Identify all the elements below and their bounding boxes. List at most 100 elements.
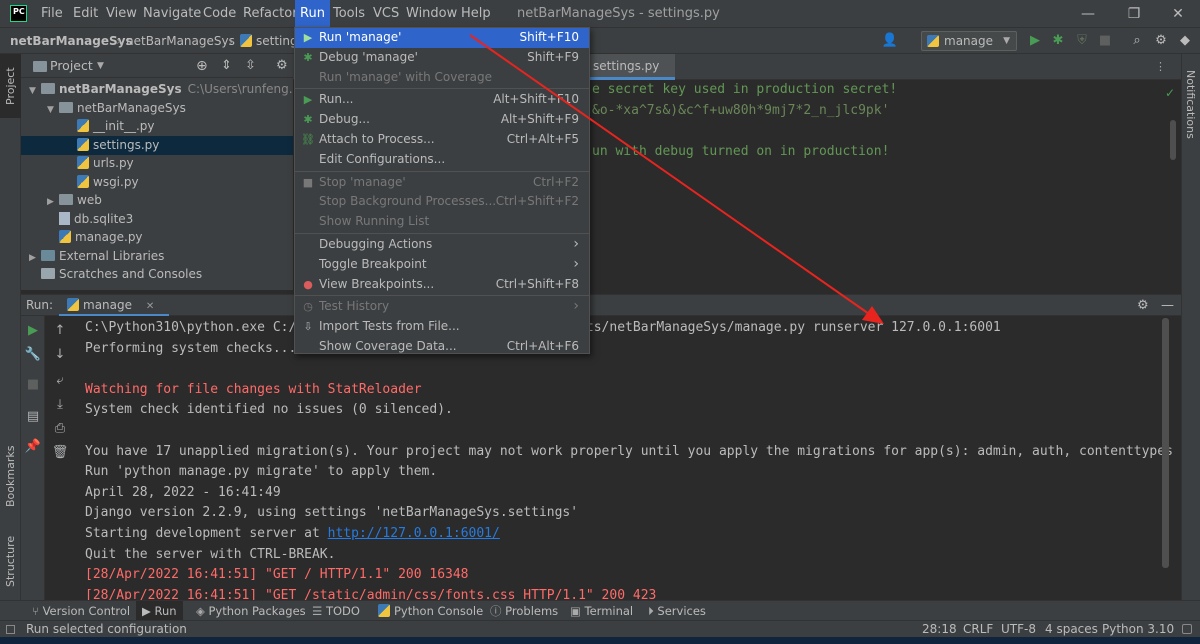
locate-icon[interactable]: ⊕ [196, 54, 208, 78]
project-panel-title[interactable]: Project [50, 54, 93, 78]
menu-item-debug[interactable]: ✱ Debug... Alt+Shift+F9 [295, 110, 589, 130]
tool-tab-todo[interactable]: ☰ TODO [312, 601, 360, 621]
menu-item-test-history[interactable]: ◷ Test History › [295, 297, 589, 317]
tree-item-external-libraries[interactable]: ▶ External Libraries [21, 247, 293, 266]
jetbrains-logo-icon[interactable]: ◆ [1175, 31, 1195, 51]
menu-item-debugging-actions[interactable]: Debugging Actions › [295, 235, 589, 255]
editor-scrollbar[interactable] [1170, 120, 1176, 160]
tool-tab-run[interactable]: ▶ Run [136, 601, 183, 621]
tool-tab-problems[interactable]: ⓘ Problems [490, 601, 558, 621]
menu-refactor[interactable]: Refactor [238, 0, 303, 28]
menu-item-debug-manage[interactable]: ✱ Debug 'manage' Shift+F9 [295, 48, 589, 68]
tool-tab-version-control[interactable]: ⑂ Version Control [32, 601, 130, 621]
code-line[interactable]: e secret key used in production secret! [592, 80, 897, 100]
menu-item-stop-background-processes[interactable]: Stop Background Processes... Ctrl+Shift+F… [295, 192, 589, 212]
run-tab-manage[interactable]: manage ✕ [59, 295, 169, 317]
tool-tab-python-console[interactable]: Python Console [378, 601, 483, 621]
menu-window[interactable]: Window [401, 0, 462, 28]
tool-tab-terminal[interactable]: ▣ Terminal [570, 601, 633, 621]
menu-item-run[interactable]: ▶ Run... Alt+Shift+F10 [295, 90, 589, 110]
layout-icon[interactable]: ▤ [21, 406, 45, 428]
code-line[interactable]: &o-*xa^7s&)&c^f+uw80h*9mj7*2_n_jlc9pk' [592, 101, 889, 121]
tree-item-web[interactable]: ▶ web [21, 191, 293, 210]
tree-item-scratches-and-consoles[interactable]: Scratches and Consoles [21, 265, 293, 284]
pin-tab-icon[interactable]: 📌 [21, 436, 45, 458]
expand-all-icon[interactable]: ⇕ [221, 54, 232, 78]
python-interpreter[interactable]: Python 3.10 [1102, 621, 1174, 638]
run-configuration-selector[interactable]: manage ▼ [921, 31, 1017, 51]
file-encoding[interactable]: UTF-8 [1001, 621, 1036, 638]
menu-item-stop-manage[interactable]: ■ Stop 'manage' Ctrl+F2 [295, 173, 589, 193]
clear-all-icon[interactable]: 🗑 [48, 442, 72, 464]
scroll-to-end-icon[interactable]: ⤓ [48, 394, 72, 416]
menu-vcs[interactable]: VCS [368, 0, 404, 28]
menu-file[interactable]: File [36, 0, 68, 28]
tree-item-urls-py[interactable]: urls.py [21, 154, 293, 173]
breadcrumb-package[interactable]: netBarManageSys [126, 28, 235, 54]
menu-run[interactable]: Run [295, 0, 330, 28]
run-console-output[interactable]: C:\Python310\python.exe C:/U ts/netBarMa… [75, 316, 1172, 600]
lock-icon[interactable] [1182, 624, 1192, 634]
tree-item-netbarmanagesys[interactable]: ▼ netBarManageSys [21, 99, 293, 118]
minimize-button[interactable]: — [1078, 4, 1098, 24]
close-button[interactable]: ✕ [1168, 4, 1188, 24]
arrow-up-icon[interactable]: ↑ [48, 320, 72, 342]
menu-item-show-running-list[interactable]: Show Running List [295, 212, 589, 232]
run-icon[interactable]: ▶ [1025, 31, 1045, 51]
project-tool-tab[interactable]: Project [0, 54, 21, 118]
stop-icon[interactable]: ■ [21, 374, 45, 396]
panel-settings-icon[interactable]: ⚙ [276, 54, 288, 78]
search-icon[interactable]: ⌕ [1127, 31, 1147, 51]
collapse-all-icon[interactable]: ⇳ [245, 54, 256, 78]
menu-item-import-tests-from-file[interactable]: ⇩ Import Tests from File... [295, 317, 589, 337]
coverage-icon[interactable]: ⛨ [1072, 31, 1092, 51]
chevron-down-icon[interactable]: ▼ [97, 54, 104, 78]
menu-item-view-breakpoints[interactable]: ● View Breakpoints... Ctrl+Shift+F8 [295, 275, 589, 295]
tree-item-init-py[interactable]: __init__.py [21, 117, 293, 136]
menu-code[interactable]: Code [198, 0, 241, 28]
code-line[interactable]: un with debug turned on in production! [592, 142, 889, 162]
restore-button[interactable]: ❐ [1124, 4, 1144, 24]
modify-config-icon[interactable]: 🔧 [21, 344, 45, 366]
console-scrollbar[interactable] [1162, 318, 1169, 568]
menu-item-show-coverage-data[interactable]: Show Coverage Data... Ctrl+Alt+F6 [295, 337, 589, 357]
menu-edit[interactable]: Edit [68, 0, 103, 28]
server-url-link[interactable]: http://127.0.0.1:6001/ [328, 526, 500, 541]
tab-options-icon[interactable]: ⋮ [1155, 54, 1166, 80]
menu-tools[interactable]: Tools [328, 0, 370, 28]
caret-position[interactable]: 28:18 [922, 621, 957, 638]
close-tab-icon[interactable]: ✕ [146, 301, 154, 312]
menu-item-run-manage[interactable]: ▶ Run 'manage' Shift+F10 [295, 28, 589, 48]
hide-panel-icon[interactable]: — [1161, 295, 1174, 316]
tree-item-settings-py[interactable]: settings.py [21, 135, 293, 155]
structure-tool-tab[interactable]: Structure [0, 524, 21, 598]
debug-icon[interactable]: ✱ [1048, 31, 1068, 51]
menu-item-toggle-breakpoint[interactable]: Toggle Breakpoint › [295, 255, 589, 275]
rerun-icon[interactable]: ▶ [21, 320, 45, 342]
tool-tab-services[interactable]: ⏵ Services [648, 601, 706, 621]
menu-item-edit-configurations[interactable]: Edit Configurations... [295, 150, 589, 170]
editor-tab-settings[interactable]: settings.py ✕ [587, 54, 675, 97]
menu-item-run-manage-with-coverage[interactable]: Run 'manage' with Coverage [295, 68, 589, 88]
tool-tab-python-packages[interactable]: ◈ Python Packages [196, 601, 306, 621]
stop-icon[interactable]: ■ [1095, 31, 1115, 51]
panel-toggle-icon[interactable] [6, 625, 15, 634]
tree-item-db-sqlite3[interactable]: db.sqlite3 [21, 210, 293, 229]
menu-navigate[interactable]: Navigate [138, 0, 206, 28]
menu-item-attach-to-process[interactable]: ⛓ Attach to Process... Ctrl+Alt+F5 [295, 130, 589, 150]
indent-setting[interactable]: 4 spaces [1045, 621, 1098, 638]
bookmarks-tool-tab[interactable]: Bookmarks [0, 434, 21, 518]
tree-item-manage-py[interactable]: manage.py [21, 228, 293, 247]
menu-view[interactable]: View [101, 0, 142, 28]
breadcrumb-project[interactable]: netBarManageSys [10, 28, 133, 54]
run-panel-settings-icon[interactable]: ⚙ [1137, 295, 1149, 316]
menu-help[interactable]: Help [456, 0, 496, 28]
line-separator[interactable]: CRLF [963, 621, 993, 638]
notifications-tool-tab[interactable]: Notifications [1182, 54, 1200, 154]
soft-wrap-icon[interactable]: ⤶ [48, 370, 72, 392]
settings-gear-icon[interactable]: ⚙ [1151, 31, 1171, 51]
print-icon[interactable]: ⎙ [48, 418, 72, 440]
tree-item-netbarmanagesys[interactable]: ▼ netBarManageSys C:\Users\runfeng.gu\Do [21, 80, 328, 99]
tree-item-wsgi-py[interactable]: wsgi.py [21, 173, 293, 192]
arrow-down-icon[interactable]: ↓ [48, 344, 72, 366]
